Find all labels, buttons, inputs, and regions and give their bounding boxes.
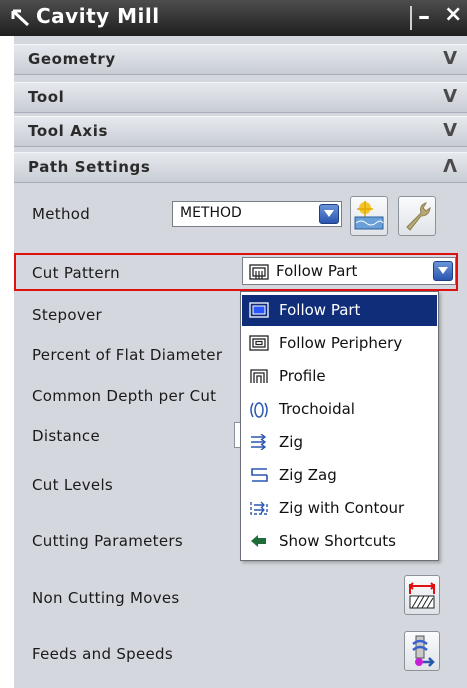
non-cutting-moves-button[interactable] [404,575,440,615]
edit-method-button[interactable] [398,196,436,236]
section-label: Tool [28,88,65,106]
section-geometry[interactable]: Geometry V [14,44,467,75]
chevron-up-icon[interactable]: Λ [443,156,457,177]
chevron-down-icon[interactable]: V [443,120,457,141]
feeds-speeds-icon [412,635,435,667]
chevron-down-icon[interactable]: V [443,86,457,107]
cut-pattern-dropdown: Follow Part Follow Periphery Profile Tro… [240,291,439,561]
window-title: Cavity Mill [36,4,160,28]
follow-part-icon [249,264,269,280]
section-label: Path Settings [28,158,151,176]
method-select[interactable]: METHOD [172,201,342,227]
follow-periphery-icon [249,335,269,351]
cutting-parameters-label: Cutting Parameters [32,532,183,550]
method-value: METHOD [180,205,242,221]
cut-pattern-value: Follow Part [276,262,358,280]
wrench-icon [406,202,431,231]
cavity-mill-dialog: Cavity Mill – × Geometry V Tool V Tool A… [0,0,467,688]
percent-flat-diameter-label: Percent of Flat Diameter [32,346,223,364]
dialog-left-margin [0,36,14,688]
option-zig-with-contour[interactable]: Zig with Contour [242,493,437,524]
zig-with-contour-icon [250,501,268,515]
feeds-and-speeds-button[interactable] [404,631,440,671]
stepover-label: Stepover [32,306,103,324]
section-path-settings[interactable]: Path Settings Λ [14,152,467,183]
option-follow-part[interactable]: Follow Part [242,295,437,326]
non-cutting-moves-icon [408,582,436,609]
chevron-down-icon[interactable] [319,204,339,224]
profile-icon [250,369,268,383]
cursor-arrow-icon [11,9,30,27]
cut-levels-label: Cut Levels [32,476,114,494]
section-label: Tool Axis [28,122,108,140]
section-tool-axis[interactable]: Tool Axis V [14,116,467,147]
option-label: Zig [279,433,303,451]
trochoidal-icon [250,402,268,418]
option-zig[interactable]: Zig [242,427,437,458]
title-bar[interactable]: Cavity Mill – × [0,0,467,36]
option-trochoidal[interactable]: Trochoidal [242,394,437,425]
close-button[interactable]: × [444,2,462,27]
section-tool[interactable]: Tool V [14,82,467,113]
create-method-button[interactable] [350,196,388,236]
cut-pattern-label: Cut Pattern [32,264,120,282]
option-label: Show Shortcuts [279,532,396,550]
minimize-button[interactable]: – [418,2,430,30]
method-label: Method [32,205,91,223]
option-label: Follow Periphery [279,334,403,352]
option-follow-periphery[interactable]: Follow Periphery [242,328,437,359]
chevron-down-icon[interactable]: V [443,48,457,69]
distance-label: Distance [32,427,100,445]
chevron-down-icon[interactable] [433,261,453,281]
title-separator [410,6,412,30]
option-label: Zig with Contour [279,499,405,517]
option-zig-zag[interactable]: Zig Zag [242,460,437,491]
option-label: Profile [279,367,326,385]
zig-icon [251,434,267,450]
option-show-shortcuts[interactable]: Show Shortcuts [242,526,437,557]
zig-zag-icon [251,468,268,482]
option-label: Trochoidal [279,400,355,418]
feeds-and-speeds-label: Feeds and Speeds [32,645,173,663]
option-label: Zig Zag [279,466,337,484]
option-label: Follow Part [279,301,361,319]
section-label: Geometry [28,50,116,68]
follow-part-icon [249,302,269,318]
option-profile[interactable]: Profile [242,361,437,392]
new-method-icon [354,201,384,230]
show-shortcuts-icon [251,535,266,547]
non-cutting-moves-label: Non Cutting Moves [32,589,180,607]
cut-pattern-select[interactable]: Follow Part [242,257,456,285]
common-depth-label: Common Depth per Cut [32,387,217,405]
